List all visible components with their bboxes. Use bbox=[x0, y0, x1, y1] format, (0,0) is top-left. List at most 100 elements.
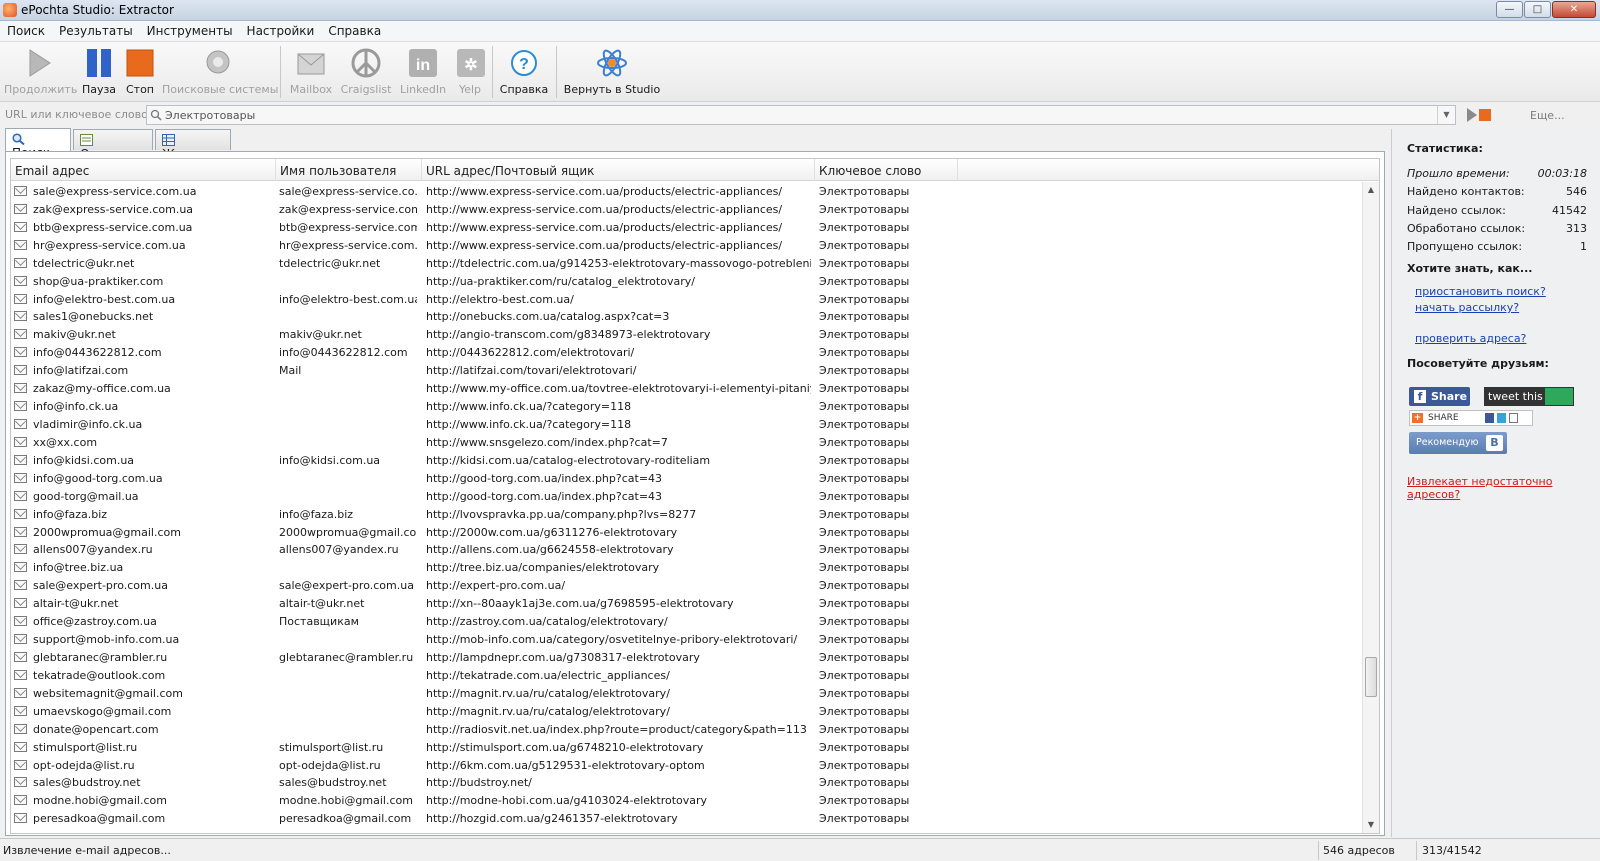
mailbox-button[interactable]: Mailbox bbox=[288, 44, 334, 96]
share-button[interactable]: + SHARE bbox=[1409, 410, 1533, 426]
scroll-down-arrow[interactable]: ▼ bbox=[1363, 817, 1379, 833]
back-to-studio-button[interactable]: Вернуть в Studio bbox=[562, 44, 662, 96]
not-enough-addresses-link[interactable]: Извлекает недостаточно адресов? bbox=[1407, 475, 1600, 501]
stop-icon bbox=[126, 49, 154, 77]
cell-username: makiv@ukr.net bbox=[279, 328, 362, 342]
table-row[interactable]: 2000wpromua@gmail.com 2000wpromua@gmail.c… bbox=[11, 524, 1363, 542]
pause-search-link[interactable]: приостановить поиск? bbox=[1415, 285, 1546, 298]
table-row[interactable]: makiv@ukr.net makiv@ukr.net http://angio-t… bbox=[11, 326, 1363, 344]
cell-username: info@0443622812.com bbox=[279, 346, 408, 360]
menu-settings[interactable]: Настройки bbox=[240, 21, 322, 38]
start-mailing-link[interactable]: начать рассылку? bbox=[1415, 301, 1519, 314]
vertical-scrollbar[interactable]: ▲ ▼ bbox=[1362, 182, 1379, 833]
cell-username: sale@express-service.co... bbox=[279, 185, 417, 198]
tweet-button[interactable]: tweet this bbox=[1484, 387, 1574, 406]
table-row[interactable]: info@info.ck.ua http://www.info.ck.ua/?ca… bbox=[11, 398, 1363, 416]
table-row[interactable]: good-torg@mail.ua http://good-torg.com.ua… bbox=[11, 488, 1363, 506]
cell-email: info@kidsi.com.ua bbox=[33, 453, 135, 467]
cell-username: peresadkoa@gmail.com bbox=[279, 812, 412, 826]
table-row[interactable]: tdelectric@ukr.net tdelectric@ukr.net http… bbox=[11, 255, 1363, 273]
table-row[interactable]: info@elektro-best.com.ua info@elektro-bes… bbox=[11, 291, 1363, 309]
table-row[interactable]: info@faza.biz info@faza.biz http://lvovspr… bbox=[11, 506, 1363, 524]
table-row[interactable]: xx@xx.com http://www.snsgelezo.com/index.… bbox=[11, 434, 1363, 452]
table-row[interactable]: info@tree.biz.ua http://tree.biz.ua/compa… bbox=[11, 559, 1363, 577]
column-username[interactable]: Имя пользователя bbox=[276, 159, 422, 181]
maximize-button[interactable]: □ bbox=[1524, 1, 1551, 18]
menu-help[interactable]: Справка bbox=[321, 21, 388, 38]
table-row[interactable]: modne.hobi@gmail.com modne.hobi@gmail.com… bbox=[11, 792, 1363, 810]
table-row[interactable]: umaevskogo@gmail.com http://magnit.rv.ua/… bbox=[11, 703, 1363, 721]
cell-email: good-torg@mail.ua bbox=[33, 489, 139, 503]
table-row[interactable]: zak@express-service.com.ua zak@express-se… bbox=[11, 201, 1363, 219]
cell-keyword: Электротовары bbox=[819, 310, 910, 324]
table-row[interactable]: sales1@onebucks.net http://onebucks.com.u… bbox=[11, 308, 1363, 326]
resume-button[interactable]: Продолжить bbox=[4, 44, 77, 96]
cell-keyword: Электротовары bbox=[819, 668, 910, 682]
cell-username: 2000wpromua@gmail.com bbox=[279, 525, 417, 539]
table-row[interactable]: sale@express-service.com.ua sale@express-… bbox=[11, 183, 1363, 201]
search-engines-button[interactable]: Поисковые системы bbox=[162, 44, 278, 96]
more-link[interactable]: Еще... bbox=[1530, 109, 1565, 122]
close-button[interactable]: ✕ bbox=[1552, 1, 1596, 18]
table-row[interactable]: tekatrade@outlook.com http://tekatrade.co… bbox=[11, 667, 1363, 685]
search-value: Электротовары bbox=[165, 109, 256, 122]
scroll-up-arrow[interactable]: ▲ bbox=[1363, 182, 1379, 198]
table-row[interactable]: zakaz@my-office.com.ua http://www.my-offi… bbox=[11, 380, 1363, 398]
column-url[interactable]: URL адрес/Почтовый ящик bbox=[422, 159, 815, 181]
chevron-down-icon[interactable]: ▼ bbox=[1437, 106, 1455, 124]
menu-tools[interactable]: Инструменты bbox=[140, 21, 240, 38]
email-icon bbox=[14, 651, 27, 662]
pause-button[interactable]: Пауза bbox=[78, 44, 120, 96]
tab-queue[interactable]: Очередь bbox=[73, 129, 153, 161]
email-icon bbox=[14, 669, 27, 680]
table-row[interactable]: info@latifzai.com Mail http://latifzai.com… bbox=[11, 362, 1363, 380]
email-icon bbox=[14, 562, 27, 573]
yelp-button[interactable]: ✲ Yelp bbox=[454, 44, 486, 96]
menu-results[interactable]: Результаты bbox=[52, 21, 140, 38]
scroll-thumb[interactable] bbox=[1365, 657, 1377, 697]
email-mini-icon bbox=[1509, 413, 1518, 423]
window-controls: — □ ✕ bbox=[1496, 1, 1596, 18]
table-row[interactable]: support@mob-info.com.ua http://mob-info.c… bbox=[11, 631, 1363, 649]
table-row[interactable]: websitemagnit@gmail.com http://magnit.rv.… bbox=[11, 685, 1363, 703]
table-row[interactable]: hr@express-service.com.ua hr@express-serv… bbox=[11, 237, 1363, 255]
table-row[interactable]: info@0443622812.com info@0443622812.com ht… bbox=[11, 344, 1363, 362]
cell-username: stimulsport@list.ru bbox=[279, 740, 384, 754]
help-button[interactable]: ? Справка bbox=[498, 44, 550, 96]
table-row[interactable]: btb@express-service.com.ua btb@express-se… bbox=[11, 219, 1363, 237]
table-row[interactable]: opt-odejda@list.ru opt-odejda@list.ru http… bbox=[11, 757, 1363, 775]
search-input[interactable]: Электротовары ▼ bbox=[146, 105, 1456, 125]
minimize-button[interactable]: — bbox=[1496, 1, 1523, 18]
table-row[interactable]: peresadkoa@gmail.com peresadkoa@gmail.com… bbox=[11, 810, 1363, 828]
table-row[interactable]: donate@opencart.com http://radiosvit.net.… bbox=[11, 721, 1363, 739]
start-search-button[interactable] bbox=[1466, 106, 1494, 124]
tab-search[interactable]: Поиск bbox=[5, 128, 71, 160]
verify-addresses-link[interactable]: проверить адреса? bbox=[1415, 332, 1526, 345]
table-row[interactable]: sales@budstroy.net sales@budstroy.net http… bbox=[11, 774, 1363, 792]
email-icon bbox=[14, 347, 27, 358]
linkedin-button[interactable]: in LinkedIn bbox=[398, 44, 448, 96]
table-row[interactable]: altair-t@ukr.net altair-t@ukr.net http://x… bbox=[11, 595, 1363, 613]
stop-button[interactable]: Стоп bbox=[122, 44, 158, 96]
table-row[interactable]: shop@ua-praktiker.com http://ua-praktiker… bbox=[11, 273, 1363, 291]
table-row[interactable]: glebtaranec@rambler.ru glebtaranec@ramble… bbox=[11, 649, 1363, 667]
status-progress: 313/41542 bbox=[1422, 844, 1482, 857]
vk-recommend-button[interactable]: Рекомендую B bbox=[1409, 432, 1507, 454]
table-row[interactable]: stimulsport@list.ru stimulsport@list.ru ht… bbox=[11, 739, 1363, 757]
cell-url: http://ua-praktiker.com/ru/catalog_elekt… bbox=[426, 274, 695, 288]
menu-search[interactable]: Поиск bbox=[0, 21, 52, 38]
status-separator bbox=[1318, 841, 1319, 860]
table-row[interactable]: allens007@yandex.ru allens007@yandex.ru ht… bbox=[11, 541, 1363, 559]
tab-log[interactable]: Журнал bbox=[155, 129, 231, 161]
facebook-share-button[interactable]: f Share bbox=[1409, 387, 1470, 406]
table-row[interactable]: vladimir@info.ck.ua http://www.info.ck.ua… bbox=[11, 416, 1363, 434]
table-row[interactable]: sale@expert-pro.com.ua sale@expert-pro.co… bbox=[11, 577, 1363, 595]
table-row[interactable]: info@kidsi.com.ua info@kidsi.com.ua http:/… bbox=[11, 452, 1363, 470]
craigslist-button[interactable]: Craigslist bbox=[340, 44, 392, 96]
table-row[interactable]: info@good-torg.com.ua http://good-torg.co… bbox=[11, 470, 1363, 488]
cell-keyword: Электротовары bbox=[819, 256, 910, 270]
column-keyword[interactable]: Ключевое слово bbox=[815, 159, 958, 181]
cell-keyword: Электротовары bbox=[819, 615, 910, 629]
table-row[interactable]: office@zastroy.com.ua Поставщикам http://z… bbox=[11, 613, 1363, 631]
column-email[interactable]: Email адрес bbox=[11, 159, 276, 181]
